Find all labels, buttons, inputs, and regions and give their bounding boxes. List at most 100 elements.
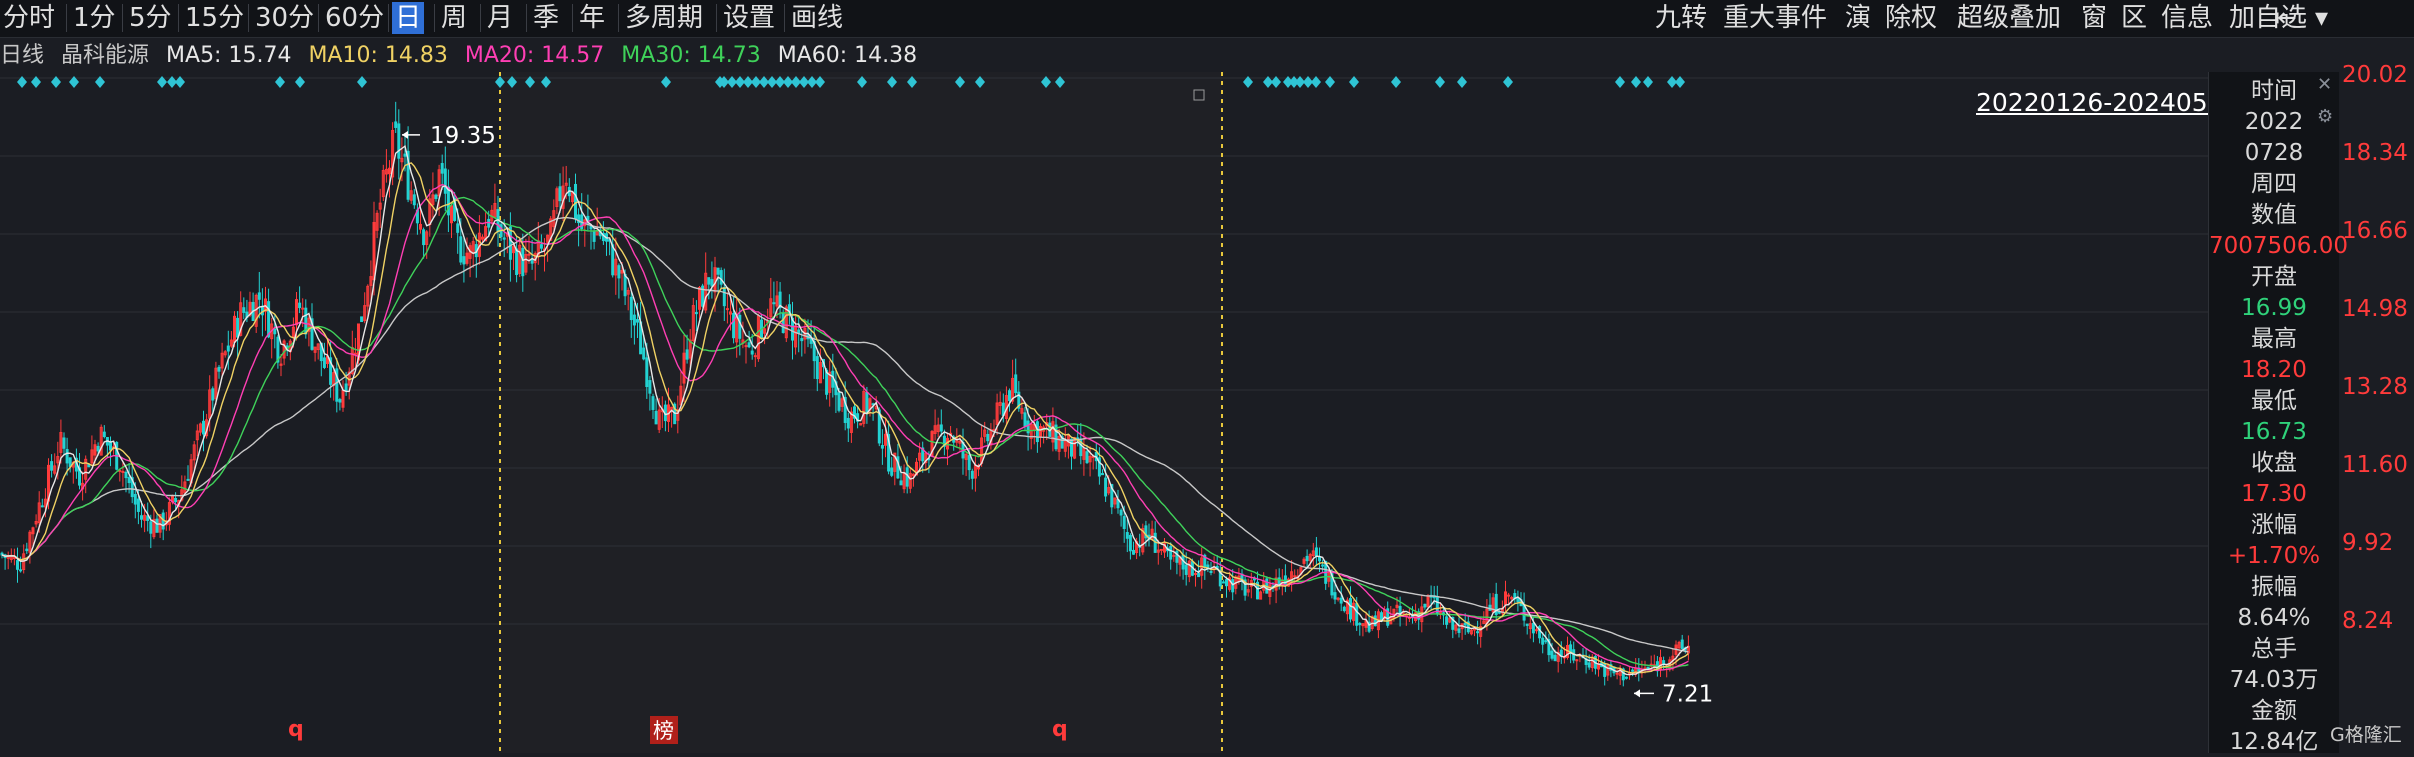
y-tick-0: 20.02 <box>2342 62 2408 88</box>
candle-body <box>1132 549 1135 555</box>
candle-body <box>837 392 841 411</box>
event-q-2: q <box>1052 717 1068 742</box>
candle-body <box>636 319 639 323</box>
period-tab-4[interactable]: 30分 <box>252 2 317 34</box>
toolbar-right-item-7[interactable]: 信息 <box>2158 2 2216 34</box>
period-tab-12[interactable]: 设置 <box>720 2 778 34</box>
candle-body <box>338 399 342 403</box>
candle-body <box>422 229 426 246</box>
period-tab-10[interactable]: 年 <box>576 2 608 34</box>
candle-body <box>970 470 974 479</box>
period-tab-8[interactable]: 月 <box>484 2 516 34</box>
period-tab-1[interactable]: 1分 <box>70 2 119 34</box>
collapse-arrow-icon[interactable]: ⇤ <box>2272 2 2300 34</box>
kline-chart[interactable]: 19.35 7.21 q q 榜 <box>0 72 2208 753</box>
candle-body <box>1463 622 1467 626</box>
candle-body <box>1085 451 1089 464</box>
candle-body <box>443 168 447 194</box>
toolbar-right-item-4[interactable]: 超级叠加 <box>1954 2 2064 34</box>
ma-legend: 日线 晶科能源 MA5: 15.74 MA10: 14.83 MA20: 14.… <box>0 40 927 72</box>
candle-body <box>133 493 137 505</box>
candle-body <box>360 316 364 323</box>
candle-body <box>654 410 658 425</box>
candle-body <box>65 448 69 464</box>
period-tab-2[interactable]: 5分 <box>126 2 175 34</box>
y-tick-4: 13.28 <box>2342 374 2408 400</box>
toolbar-right-item-1[interactable]: 重大事件 <box>1720 2 1830 34</box>
candle-body <box>202 420 205 435</box>
info-label-12: 金额 <box>2251 698 2297 724</box>
toolbar-right-item-2[interactable]: 演 <box>1842 2 1874 34</box>
candle-body <box>19 569 23 572</box>
candle-body <box>1318 556 1321 562</box>
candle-body <box>1587 662 1591 668</box>
candle-body <box>1321 564 1325 567</box>
info-value-11: 74.03万 <box>2229 667 2319 693</box>
candle-body <box>722 287 726 307</box>
highlight-region <box>500 72 1222 753</box>
candle-body <box>1008 390 1011 401</box>
candle-body <box>1355 603 1359 626</box>
period-tab-7[interactable]: 周 <box>438 2 470 34</box>
y-tick-7: 8.24 <box>2342 608 2394 634</box>
chevron-down-icon[interactable]: ▾ <box>2312 2 2331 34</box>
toolbar-divider <box>572 4 573 32</box>
candle-body <box>68 457 72 467</box>
period-tab-6[interactable]: 日 <box>392 2 425 34</box>
candle-body <box>226 345 230 352</box>
candle-body <box>502 237 506 240</box>
date-range[interactable]: 20220126-20240522 <box>1976 88 2208 117</box>
candle-body <box>242 307 246 313</box>
candle-body <box>1159 548 1163 551</box>
toolbar-right-item-3[interactable]: 除权 <box>1882 2 1940 34</box>
info-label-3: 数值 <box>2251 202 2297 228</box>
candle-body <box>719 270 723 285</box>
candle-body <box>1197 572 1201 578</box>
toolbar-divider <box>66 4 67 32</box>
candle-body <box>62 437 66 449</box>
candle-body <box>617 265 621 279</box>
candle-body <box>800 338 804 342</box>
candle-body <box>781 312 785 333</box>
period-tab-11[interactable]: 多周期 <box>622 2 706 34</box>
candle-body <box>1525 623 1529 626</box>
info-label-5: 开盘 <box>2251 264 2297 290</box>
candle-body <box>1631 669 1635 672</box>
candle-body <box>986 433 990 442</box>
candle-body <box>1014 374 1018 394</box>
candle-body <box>344 383 348 392</box>
candle-body <box>645 357 649 388</box>
candle-body <box>397 123 401 159</box>
candle-body <box>629 296 633 321</box>
candle-body <box>651 396 655 410</box>
candle-body <box>558 186 562 202</box>
period-tab-0[interactable]: 分时 <box>0 2 58 34</box>
toolbar-right-item-6[interactable]: 区 <box>2118 2 2150 34</box>
candle-body <box>1194 572 1197 575</box>
candle-body <box>25 548 29 552</box>
candle-body <box>1293 575 1297 578</box>
candle-body <box>939 424 943 432</box>
candle-body <box>487 218 491 228</box>
period-tab-9[interactable]: 季 <box>530 2 562 34</box>
toolbar-right-item-0[interactable]: 九转 <box>1652 2 1710 34</box>
toolbar-right-item-5[interactable]: 窗 <box>2078 2 2110 34</box>
candle-body <box>694 312 698 315</box>
candle-body <box>267 301 271 338</box>
candle-body <box>1023 412 1027 427</box>
candle-body <box>96 445 100 452</box>
candle-body <box>865 391 869 413</box>
candle-body <box>1104 477 1108 497</box>
info-label-6: 最高 <box>2251 326 2297 352</box>
period-tab-3[interactable]: 15分 <box>182 2 247 34</box>
period-tab-5[interactable]: 60分 <box>322 2 387 34</box>
info-label-0: 时间 <box>2251 78 2297 104</box>
toolbar-divider <box>178 4 179 32</box>
candle-body <box>1305 555 1309 562</box>
candle-body <box>611 244 615 276</box>
candle-body <box>1070 438 1073 457</box>
candle-body <box>1544 640 1548 643</box>
toolbar-divider <box>480 4 481 32</box>
candle-body <box>642 347 646 360</box>
period-tab-13[interactable]: 画线 <box>788 2 846 34</box>
